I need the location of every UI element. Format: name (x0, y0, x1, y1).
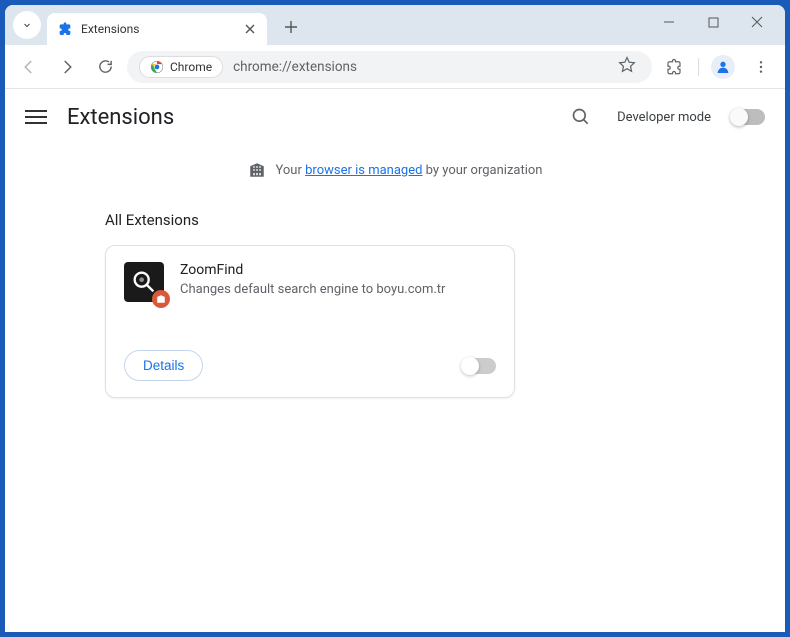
reload-button[interactable] (89, 51, 121, 83)
reload-icon (97, 58, 114, 75)
section-title: All Extensions (105, 211, 695, 229)
managed-banner: Your browser is managed by your organiza… (5, 145, 785, 203)
managed-text: Your browser is managed by your organiza… (276, 163, 543, 178)
star-icon (618, 56, 636, 74)
minimize-icon (663, 16, 675, 28)
back-button[interactable] (13, 51, 45, 83)
details-button[interactable]: Details (124, 350, 203, 381)
menu-button[interactable] (745, 51, 777, 83)
puzzle-outline-icon (665, 58, 683, 76)
tab-strip: Extensions (5, 5, 785, 45)
arrow-right-icon (58, 58, 76, 76)
main-area: All Extensions ZoomFind Changes default … (75, 211, 715, 398)
tab-close-button[interactable] (241, 20, 259, 38)
bookmark-button[interactable] (618, 56, 636, 78)
arrow-left-icon (20, 58, 38, 76)
site-chip-label: Chrome (170, 60, 212, 74)
extension-toggle[interactable] (462, 358, 496, 374)
building-small-icon (156, 294, 166, 304)
search-icon (571, 107, 591, 127)
close-icon (751, 16, 763, 28)
window-controls (649, 7, 777, 37)
toggle-knob (461, 357, 479, 375)
chevron-down-icon (21, 19, 33, 31)
menu-toggle[interactable] (25, 110, 47, 124)
tab-search-dropdown[interactable] (13, 11, 41, 39)
extensions-button[interactable] (658, 51, 690, 83)
profile-button[interactable] (707, 51, 739, 83)
site-chip[interactable]: Chrome (139, 56, 223, 78)
address-bar: Chrome chrome://extensions (5, 45, 785, 89)
minimize-button[interactable] (649, 7, 689, 37)
page-header: Extensions Developer mode (5, 89, 785, 145)
puzzle-icon (57, 21, 73, 37)
close-icon (245, 24, 255, 34)
separator (698, 58, 699, 76)
managed-badge (152, 290, 170, 308)
dev-mode-label: Developer mode (617, 110, 711, 125)
browser-tab[interactable]: Extensions (47, 13, 267, 45)
search-button[interactable] (565, 101, 597, 133)
dev-mode-toggle[interactable] (731, 109, 765, 125)
managed-link[interactable]: browser is managed (305, 163, 422, 178)
tab-title: Extensions (81, 22, 233, 36)
url-text: chrome://extensions (233, 59, 608, 75)
new-tab-button[interactable] (277, 13, 305, 41)
url-box[interactable]: Chrome chrome://extensions (127, 51, 652, 83)
maximize-button[interactable] (693, 7, 733, 37)
dots-vertical-icon (753, 59, 769, 75)
chrome-logo-icon (150, 60, 164, 74)
page-title: Extensions (67, 105, 174, 130)
extension-name: ZoomFind (180, 262, 496, 278)
profile-icon (715, 59, 731, 75)
building-icon (248, 161, 266, 179)
extension-description: Changes default search engine to boyu.co… (180, 282, 496, 297)
close-window-button[interactable] (737, 7, 777, 37)
plus-icon (284, 20, 298, 34)
page-content: Extensions Developer mode Your browser i… (5, 89, 785, 632)
extension-card: ZoomFind Changes default search engine t… (105, 245, 515, 398)
maximize-icon (708, 17, 719, 28)
extension-icon-wrap (124, 262, 164, 302)
forward-button[interactable] (51, 51, 83, 83)
toggle-knob (730, 108, 748, 126)
